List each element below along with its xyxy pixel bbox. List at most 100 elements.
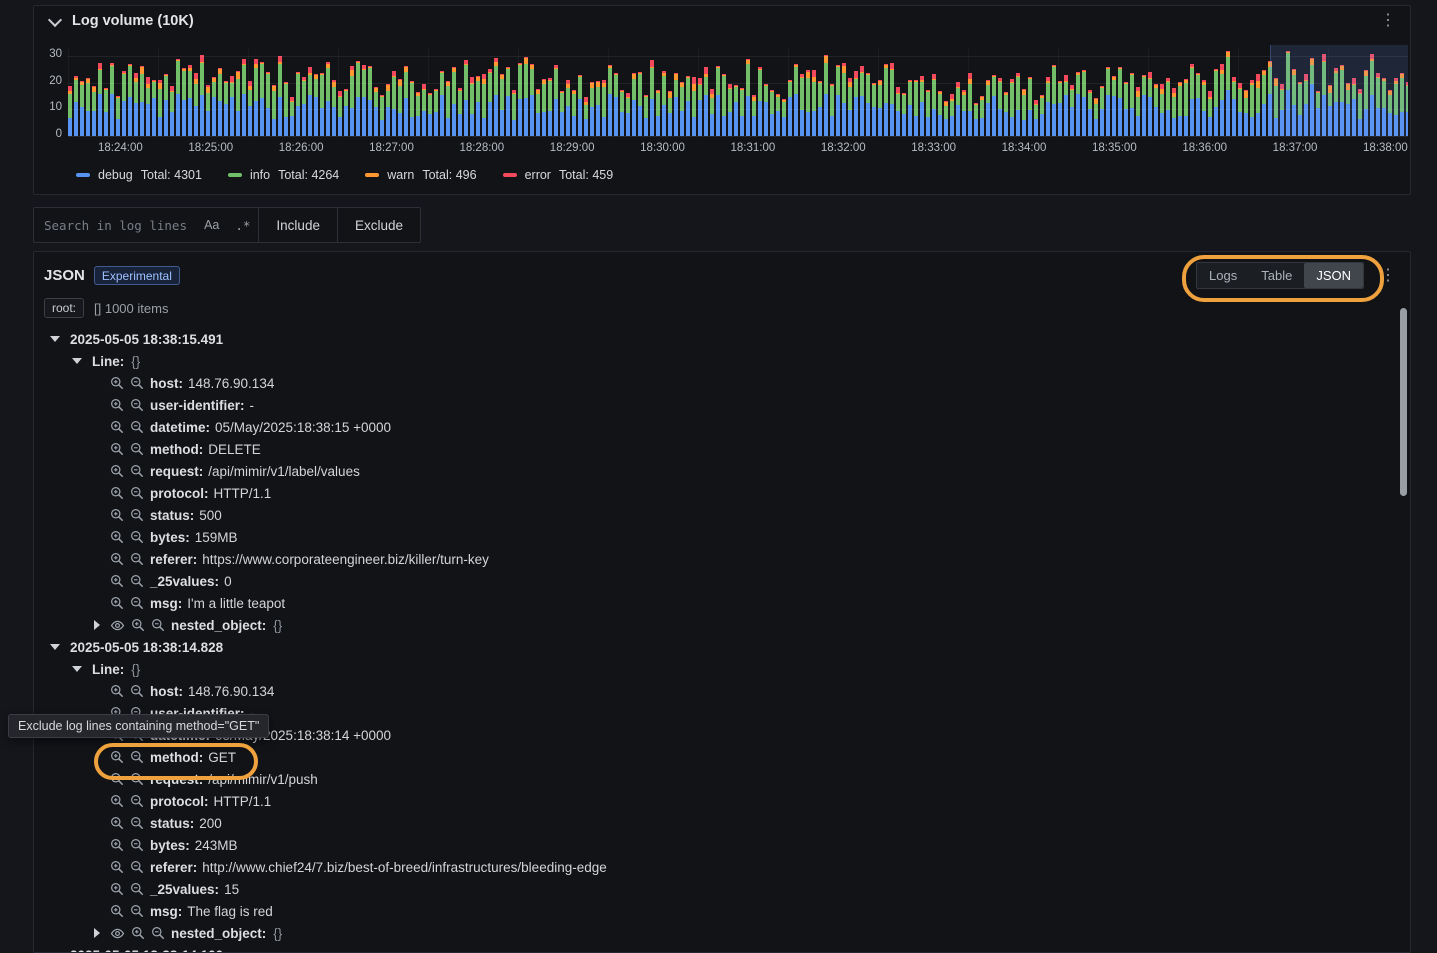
bar-segment [368, 100, 372, 136]
chart-bar [716, 66, 720, 136]
visibility-icon[interactable] [110, 618, 125, 633]
visibility-icon[interactable] [110, 926, 125, 941]
x-tick-label: 18:29:00 [550, 142, 595, 158]
match-case-button[interactable]: Aa [196, 208, 227, 242]
filter-for-value-icon[interactable] [110, 486, 124, 500]
filter-out-value-icon[interactable] [130, 574, 144, 588]
filter-out-value-icon[interactable] [130, 772, 144, 786]
panel-title: Log volume (10K) [72, 13, 194, 29]
bar-segment [656, 116, 660, 136]
field-row-content: _25values:0 [110, 574, 232, 589]
filter-out-value-icon[interactable] [130, 398, 144, 412]
view-toggle-logs[interactable]: Logs [1197, 263, 1249, 288]
exclude-filter-button[interactable]: Exclude [337, 208, 420, 242]
filter-for-value-icon[interactable] [110, 882, 124, 896]
filter-out-value-icon[interactable] [130, 530, 144, 544]
chart-selected-region[interactable] [1270, 45, 1408, 136]
search-input[interactable] [34, 208, 196, 242]
legend-label: warn [387, 168, 414, 182]
bar-segment [260, 98, 264, 136]
chart-bar [116, 96, 120, 136]
filter-out-value-icon[interactable] [130, 904, 144, 918]
chart-bar [488, 69, 492, 136]
legend-item-debug[interactable]: debugTotal: 4301 [76, 168, 202, 182]
bar-segment [494, 95, 498, 136]
bar-segment [884, 68, 888, 103]
collapse-toggle-icon[interactable] [72, 666, 82, 672]
filter-out-value-icon[interactable] [151, 926, 165, 940]
bar-segment [758, 101, 762, 136]
root-breadcrumb[interactable]: root: [44, 298, 84, 318]
field-value: 500 [199, 508, 222, 523]
filter-for-value-icon[interactable] [110, 442, 124, 456]
json-panel-menu-icon[interactable]: ⋮ [1376, 266, 1400, 286]
expand-toggle-icon[interactable] [94, 620, 100, 630]
filter-out-value-icon[interactable] [130, 464, 144, 478]
filter-for-value-icon[interactable] [110, 464, 124, 478]
panel-menu-icon[interactable]: ⋮ [1376, 11, 1400, 31]
filter-for-value-icon[interactable] [110, 596, 124, 610]
filter-out-value-icon[interactable] [130, 838, 144, 852]
filter-for-value-icon[interactable] [110, 684, 124, 698]
filter-for-value-icon[interactable] [131, 926, 145, 940]
filter-for-value-icon[interactable] [110, 794, 124, 808]
collapse-panel-icon[interactable] [48, 12, 62, 26]
regex-button[interactable]: .* [227, 208, 258, 242]
filter-out-value-icon[interactable] [130, 684, 144, 698]
chart-bar [1202, 80, 1206, 136]
filter-out-value-icon[interactable] [130, 442, 144, 456]
filter-out-value-icon[interactable] [130, 816, 144, 830]
filter-for-value-icon[interactable] [110, 508, 124, 522]
filter-for-value-icon[interactable] [110, 398, 124, 412]
legend-item-info[interactable]: infoTotal: 4264 [228, 168, 339, 182]
filter-out-value-icon[interactable] [130, 420, 144, 434]
scrollbar-thumb[interactable] [1400, 308, 1407, 496]
chart-bar [416, 92, 420, 136]
filter-for-value-icon[interactable] [110, 904, 124, 918]
filter-for-value-icon[interactable] [110, 838, 124, 852]
filter-out-value-icon[interactable] [130, 794, 144, 808]
bar-segment [638, 74, 642, 106]
filter-for-value-icon[interactable] [110, 376, 124, 390]
collapse-toggle-icon[interactable] [50, 336, 60, 342]
expand-toggle-icon[interactable] [94, 928, 100, 938]
include-filter-button[interactable]: Include [258, 208, 337, 242]
filter-for-value-icon[interactable] [110, 574, 124, 588]
chart-bar [812, 70, 816, 136]
filter-out-value-icon[interactable] [130, 486, 144, 500]
filter-out-value-icon[interactable] [130, 376, 144, 390]
field-row-content: referer:http://www.chief24/7.biz/best-of… [110, 860, 607, 875]
bar-segment [650, 99, 654, 136]
view-toggle-table[interactable]: Table [1249, 263, 1304, 288]
filter-out-value-icon[interactable] [130, 882, 144, 896]
field-value: GET [208, 750, 236, 765]
chart-bar [806, 70, 810, 136]
filter-for-value-icon[interactable] [110, 860, 124, 874]
bar-segment [632, 100, 636, 136]
collapse-toggle-icon[interactable] [72, 358, 82, 364]
filter-out-value-icon[interactable] [151, 618, 165, 632]
legend-item-warn[interactable]: warnTotal: 496 [365, 168, 476, 182]
root-item-count: [] 1000 items [94, 301, 168, 316]
filter-for-value-icon[interactable] [110, 552, 124, 566]
bar-segment [920, 82, 924, 102]
filter-for-value-icon[interactable] [131, 618, 145, 632]
filter-for-value-icon[interactable] [110, 530, 124, 544]
filter-for-value-icon[interactable] [110, 750, 124, 764]
legend-item-error[interactable]: errorTotal: 459 [503, 168, 614, 182]
filter-for-value-icon[interactable] [110, 816, 124, 830]
filter-out-value-icon[interactable] [130, 596, 144, 610]
filter-for-value-icon[interactable] [110, 420, 124, 434]
collapse-toggle-icon[interactable] [50, 644, 60, 650]
filter-out-value-icon[interactable] [130, 508, 144, 522]
bar-segment [1178, 86, 1182, 116]
bar-segment [854, 97, 858, 136]
field-row-request: request:/api/mimir/v1/push [34, 768, 1410, 790]
line-value: {} [131, 662, 140, 677]
view-toggle-json[interactable]: JSON [1304, 263, 1363, 288]
bar-segment [482, 84, 486, 118]
filter-out-value-icon[interactable] [130, 552, 144, 566]
filter-out-value-icon[interactable] [130, 860, 144, 874]
filter-for-value-icon[interactable] [110, 772, 124, 786]
filter-out-value-icon[interactable] [130, 750, 144, 764]
